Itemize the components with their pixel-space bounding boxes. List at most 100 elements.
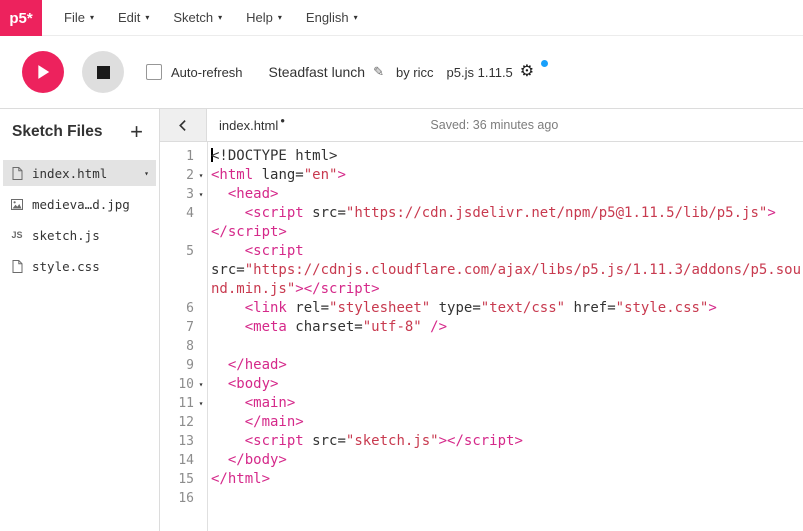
p5-logo[interactable]: p5*: [0, 0, 42, 36]
menubar: p5* File▾Edit▾Sketch▾Help▾English▾: [0, 0, 803, 36]
chevron-down-icon: ▾: [354, 13, 358, 22]
file-item-medieva-d-jpg[interactable]: medieva…d.jpg: [3, 191, 156, 217]
gutter: 3▾: [160, 185, 207, 204]
line-number: 9: [186, 356, 195, 375]
code-line-2: 2▾<html lang="en">: [160, 166, 803, 185]
fold-arrow-icon[interactable]: ▾: [195, 185, 207, 204]
settings-gear-icon[interactable]: ⚙: [520, 64, 534, 80]
code-text[interactable]: </body>: [207, 451, 803, 470]
fold-spacer: [195, 242, 207, 261]
line-number: 8: [186, 337, 195, 356]
chevron-down-icon: ▾: [218, 13, 222, 22]
line-number: 15: [178, 470, 195, 489]
file-item-sketch-js[interactable]: JS sketch.js: [3, 222, 156, 248]
code-editor[interactable]: 1<!DOCTYPE html>2▾<html lang="en">3▾ <he…: [160, 142, 803, 531]
fold-arrow-icon[interactable]: ▾: [195, 375, 207, 394]
editor-pane: index.html ● Saved: 36 minutes ago 1 <!DO…: [160, 109, 803, 531]
collapse-sidebar-button[interactable]: [160, 109, 207, 141]
fold-arrow-icon[interactable]: ▾: [195, 166, 207, 185]
menu-file[interactable]: File▾: [52, 0, 106, 35]
author-label[interactable]: by ricc: [396, 65, 434, 80]
fold-arrow-icon[interactable]: ▾: [195, 394, 207, 413]
code-text[interactable]: <body>: [207, 375, 803, 394]
file-item-index-html[interactable]: index.html▾: [3, 160, 156, 186]
play-button[interactable]: [22, 51, 64, 93]
fold-spacer: [195, 147, 207, 166]
menu-help[interactable]: Help▾: [234, 0, 294, 35]
chevron-down-icon: ▾: [145, 13, 149, 22]
js-letters: JS: [11, 230, 22, 240]
code-line-6: 6 <link rel="stylesheet" type="text/css"…: [160, 299, 803, 318]
gutter: 12: [160, 413, 207, 432]
code-line-8: 8: [160, 337, 803, 356]
gutter: 14: [160, 451, 207, 470]
stop-button[interactable]: [82, 51, 124, 93]
line-number: 2: [186, 166, 195, 185]
editor-header: index.html ● Saved: 36 minutes ago: [160, 109, 803, 142]
fold-spacer: [195, 299, 207, 318]
line-number: 4: [186, 204, 195, 223]
line-number: 3: [186, 185, 195, 204]
code-line-12: 12 </main>: [160, 413, 803, 432]
menu-edit[interactable]: Edit ▾: [106, 0, 161, 35]
code-text[interactable]: <head>: [207, 185, 803, 204]
gutter: 1: [160, 147, 207, 166]
fold-spacer: [195, 470, 207, 489]
code-text[interactable]: [207, 337, 803, 356]
stop-icon: [97, 66, 110, 79]
menu-sketch[interactable]: Sketch▾: [161, 0, 234, 35]
code-text[interactable]: <!DOCTYPE html>: [207, 147, 803, 166]
fold-spacer: [195, 451, 207, 470]
code-text[interactable]: <meta charset="utf-8" />: [207, 318, 803, 337]
fold-spacer: [195, 337, 207, 356]
version-label: p5.js 1.11.5: [447, 65, 513, 80]
sidebar: Sketch Files + index.html▾ medieva…d.jpg J…: [0, 109, 160, 531]
code-text[interactable]: <link rel="stylesheet" type="text/css" h…: [207, 299, 803, 318]
code-text[interactable]: </html>: [207, 470, 803, 489]
code-line-14: 14 </body>: [160, 451, 803, 470]
file-icon: [10, 260, 24, 273]
line-number: 10: [178, 375, 195, 394]
file-item-style-css[interactable]: style.css: [3, 253, 156, 279]
menu-label: Edit: [118, 10, 140, 25]
code-line-16: 16: [160, 489, 803, 508]
code-text[interactable]: </main>: [207, 413, 803, 432]
play-icon: [36, 64, 51, 80]
code-text[interactable]: <script src="https://cdn.jsdelivr.net/np…: [207, 204, 803, 242]
gutter: 2▾: [160, 166, 207, 185]
file-menu-caret-icon[interactable]: ▾: [144, 169, 149, 178]
code-line-4: 4 <script src="https://cdn.jsdelivr.net/…: [160, 204, 803, 242]
auto-refresh-checkbox[interactable]: [146, 64, 162, 80]
gutter: 9: [160, 356, 207, 375]
file-list: index.html▾ medieva…d.jpg JS sketch.js style…: [0, 155, 159, 284]
menu-items: File▾Edit▾Sketch▾Help▾English▾: [52, 0, 370, 35]
gutter: 13: [160, 432, 207, 451]
tab-index-html[interactable]: index.html ●: [219, 118, 285, 133]
line-number: 1: [186, 147, 195, 166]
code-text[interactable]: </head>: [207, 356, 803, 375]
line-number: 7: [186, 318, 195, 337]
code-text[interactable]: <script src="sketch.js"></script>: [207, 432, 803, 451]
code-text[interactable]: <main>: [207, 394, 803, 413]
code-line-7: 7 <meta charset="utf-8" />: [160, 318, 803, 337]
chevron-down-icon: ▾: [278, 13, 282, 22]
fold-spacer: [195, 489, 207, 508]
edit-sketch-name-icon[interactable]: ✎: [373, 64, 384, 80]
menu-label: File: [64, 10, 85, 25]
code-text[interactable]: <script src="https://cdnjs.cloudflare.co…: [207, 242, 803, 299]
file-icon: [10, 167, 24, 180]
auto-refresh-toggle[interactable]: Auto-refresh: [146, 64, 243, 80]
code-lines: 1<!DOCTYPE html>2▾<html lang="en">3▾ <he…: [160, 147, 803, 508]
add-file-button[interactable]: +: [128, 121, 145, 143]
line-number: 16: [178, 489, 195, 508]
toolbar: Auto-refresh Steadfast lunch ✎ by ricc p…: [0, 36, 803, 108]
menu-english[interactable]: English ▾: [294, 0, 370, 35]
file-name: sketch.js: [32, 228, 100, 243]
menu-label: English: [306, 10, 349, 25]
code-line-10: 10▾ <body>: [160, 375, 803, 394]
fold-spacer: [195, 413, 207, 432]
code-text[interactable]: [207, 489, 803, 508]
file-name: style.css: [32, 259, 100, 274]
code-text[interactable]: <html lang="en">: [207, 166, 803, 185]
sidebar-header: Sketch Files +: [0, 109, 159, 147]
